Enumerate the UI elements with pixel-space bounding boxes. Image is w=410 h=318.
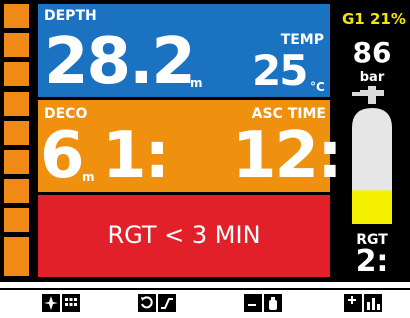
ascent-segment [4,62,29,86]
gas-panel: G1 21% 86 bar RGT 2: [334,4,410,280]
ascent-segment [4,121,29,145]
ascent-segment [4,33,29,57]
gas-mix-label: G1 21% [342,10,406,28]
ascent-segment [4,150,29,174]
asc-time-value: 12: [232,119,343,193]
ascent-segment [4,179,29,203]
tank-icon [352,86,392,224]
tank-small-icon [264,294,282,312]
bar-chart-icon [364,294,382,312]
deco-depth-unit: m [82,170,95,184]
depth-unit: m [190,76,203,90]
grid-icon [62,294,80,312]
depth-label: DEPTH [44,8,97,24]
compass-icon [42,294,60,312]
ascent-segment [4,92,29,116]
graph-icon [158,294,176,312]
ascent-segment [4,208,29,232]
temp-unit: °C [310,80,325,94]
refresh-icon [138,294,156,312]
depth-panel: DEPTH 28.2 m TEMP 25 °C [38,4,330,97]
softkey-divider [0,288,410,290]
deco-time-value: 1: [102,119,170,193]
rgt-alert-panel: RGT < 3 MIN [38,195,330,277]
dive-computer-screen: DEPTH 28.2 m TEMP 25 °C DECO 6 m 1: ASC … [0,0,410,282]
tank-pressure-value: 86 [352,36,392,69]
rgt-value: 2: [355,244,389,279]
ascent-segment [4,256,29,276]
plus-bookmark-icon [344,294,362,312]
rgt-alert-text: RGT < 3 MIN [107,221,261,249]
minus-bookmark-icon [244,294,262,312]
depth-value: 28.2 [44,25,196,99]
ascent-rate-indicator [2,4,30,280]
deco-panel: DECO 6 m 1: ASC TIME 12: [38,100,343,193]
tank-pressure-unit: bar [359,70,385,85]
ascent-segment [4,4,29,28]
deco-depth-value: 6 [40,119,85,193]
temp-value: 25 [252,46,308,95]
softkey-bar [0,282,410,318]
